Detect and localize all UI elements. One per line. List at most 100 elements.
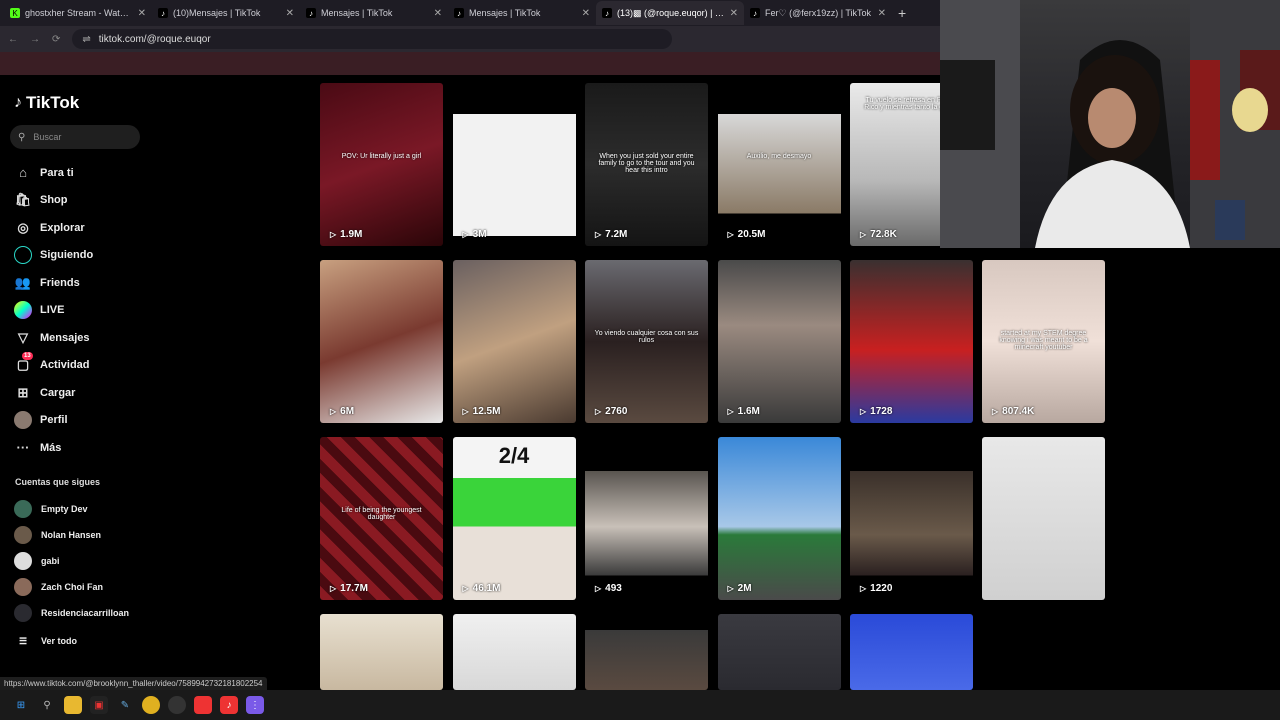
browser-tab[interactable]: ♪ (10)Mensajes | TikTok ✕: [152, 1, 300, 25]
video-caption: POV: Ur literally just a girl: [341, 153, 422, 160]
following-account[interactable]: Empty Dev: [14, 496, 129, 522]
apps-grid-icon[interactable]: ⋮: [246, 696, 264, 714]
play-icon: ▷: [330, 407, 337, 416]
view-count-value: 1728: [870, 406, 893, 417]
view-count-value: 493: [605, 583, 622, 594]
chrome-icon[interactable]: [142, 696, 160, 714]
home-icon: ⌂: [19, 165, 27, 181]
play-icon: ▷: [462, 584, 469, 593]
nav-item-para-ti[interactable]: ⌂ Para ti: [14, 159, 93, 187]
play-icon: ▷: [462, 230, 469, 239]
search-input[interactable]: ⚲ Buscar: [10, 125, 140, 149]
tab-close-icon[interactable]: ✕: [730, 8, 738, 19]
video-card[interactable]: ▷ 3M: [452, 83, 576, 246]
more-icon: ···: [16, 440, 30, 456]
play-icon: ▷: [860, 230, 867, 239]
video-card[interactable]: When you just sold your entire family to…: [585, 83, 708, 246]
nav-item-mensajes[interactable]: ▽ Mensajes: [14, 324, 93, 352]
video-card[interactable]: ▷ 493: [585, 437, 708, 600]
search-taskbar-icon[interactable]: ⚲: [38, 696, 56, 714]
nav-label: Friends: [40, 276, 80, 289]
app-feather-icon[interactable]: ✎: [116, 696, 134, 714]
tiktok-taskbar-icon[interactable]: ♪: [220, 696, 238, 714]
video-card[interactable]: [717, 614, 841, 690]
browser-tab[interactable]: ♪ Mensajes | TikTok ✕: [448, 1, 596, 25]
view-count: ▷ 7.2M: [595, 229, 627, 240]
nav-item-siguiendo[interactable]: ○ Siguiendo: [14, 242, 93, 270]
video-card[interactable]: [320, 614, 443, 690]
file-explorer-icon[interactable]: [64, 696, 82, 714]
play-icon: ▷: [595, 584, 602, 593]
following-section-title: Cuentas que sigues: [15, 477, 101, 487]
video-card[interactable]: Auxilio, me desmayo ▷ 20.5M: [717, 83, 841, 246]
video-card[interactable]: [585, 614, 708, 690]
url-field[interactable]: ⇌ tiktok.com/@roque.euqor: [72, 29, 673, 49]
forward-icon[interactable]: →: [30, 34, 40, 45]
play-icon: ▷: [860, 407, 867, 416]
video-card[interactable]: ▷ 1.6M: [717, 260, 841, 423]
browser-tab[interactable]: Kghostxher Stream - Watch Live ✕: [4, 1, 152, 25]
nav-item-más[interactable]: ··· Más: [14, 434, 93, 462]
new-tab-icon[interactable]: +: [892, 5, 906, 21]
view-count: ▷ 6M: [330, 406, 354, 417]
browser-tab[interactable]: ♪ Mensajes | TikTok ✕: [300, 1, 448, 25]
view-count: ▷ 72.8K: [860, 229, 897, 240]
video-card[interactable]: Yo viendo cualquier cosa con sus rulos ▷ 2…: [585, 260, 708, 423]
windows-start-icon[interactable]: ⊞: [12, 696, 30, 714]
view-count: ▷ 807.4K: [992, 406, 1034, 417]
browser-tab[interactable]: ♪ (13)▩ (@roque.euqor) | TikTok ✕: [596, 1, 744, 25]
video-card[interactable]: POV: Ur literally just a girl ▷ 1.9M: [320, 83, 443, 246]
nav-item-explorar[interactable]: ◎ Explorar: [14, 214, 93, 242]
avatar: [14, 526, 32, 544]
nav-item-shop[interactable]: 🛍 Shop: [14, 187, 93, 215]
tab-close-icon[interactable]: ✕: [878, 8, 886, 19]
video-card[interactable]: [850, 614, 973, 690]
tab-title: Mensajes | TikTok: [321, 8, 393, 18]
view-count-value: 2M: [737, 583, 752, 594]
nav-label: Mensajes: [40, 331, 90, 344]
play-icon: ▷: [860, 584, 867, 593]
following-account[interactable]: Residenciacarrilloan: [14, 600, 129, 626]
video-card[interactable]: started at my STEM degree knowing i was …: [982, 260, 1105, 423]
nav-item-perfil[interactable]: ● Perfil: [14, 407, 93, 435]
video-card[interactable]: [982, 437, 1105, 600]
following-account[interactable]: Zach Choi Fan: [14, 574, 129, 600]
video-card[interactable]: 2/4 ▷ 46.1M: [452, 437, 576, 600]
red-app-icon[interactable]: [194, 696, 212, 714]
tiktok-logo[interactable]: ♪ TikTok: [14, 93, 79, 113]
upload-icon: ⊞: [17, 384, 29, 400]
tab-close-icon[interactable]: ✕: [286, 8, 294, 19]
nav-item-live[interactable]: ● LIVE: [14, 297, 93, 325]
video-card[interactable]: ▷ 2M: [717, 437, 841, 600]
nav-item-cargar[interactable]: ⊞ Cargar: [14, 379, 93, 407]
tab-favicon-icon: ♪: [158, 8, 168, 18]
play-icon: ▷: [595, 407, 602, 416]
following-account[interactable]: gabi: [14, 548, 129, 574]
reload-icon[interactable]: ⟳: [52, 34, 60, 45]
tab-close-icon[interactable]: ✕: [138, 8, 146, 19]
tab-close-icon[interactable]: ✕: [582, 8, 590, 19]
view-count-value: 1220: [870, 583, 893, 594]
app-icon[interactable]: ▣: [90, 696, 108, 714]
profile-icon: ●: [14, 411, 32, 430]
play-icon: ▷: [462, 407, 469, 416]
browser-tab[interactable]: ♪ Fer♡ (@ferx19zz) | TikTok ✕: [744, 1, 892, 25]
video-card[interactable]: Life of being the youngest daughter ▷ 17.7…: [320, 437, 443, 600]
site-info-icon[interactable]: ⇌: [82, 34, 90, 45]
video-card[interactable]: ▷ 1728: [850, 260, 973, 423]
play-icon: ▷: [330, 230, 337, 239]
tab-close-icon[interactable]: ✕: [434, 8, 442, 19]
tab-title: (10)Mensajes | TikTok: [173, 8, 261, 18]
back-icon[interactable]: ←: [8, 34, 18, 45]
avatar: [14, 500, 32, 518]
video-card[interactable]: ▷ 12.5M: [452, 260, 576, 423]
following-account[interactable]: Nolan Hansen: [14, 522, 129, 548]
video-card[interactable]: ▷ 1220: [850, 437, 973, 600]
nav-item-friends[interactable]: 👥 Friends: [14, 269, 93, 297]
see-all-link[interactable]: ☰ Ver todo: [14, 628, 129, 654]
compass-icon: ◎: [17, 219, 29, 235]
video-card[interactable]: [452, 614, 576, 690]
obs-icon[interactable]: [168, 696, 186, 714]
video-card[interactable]: ▷ 6M: [320, 260, 443, 423]
nav-item-actividad[interactable]: ▢ 13 Actividad: [14, 352, 93, 380]
